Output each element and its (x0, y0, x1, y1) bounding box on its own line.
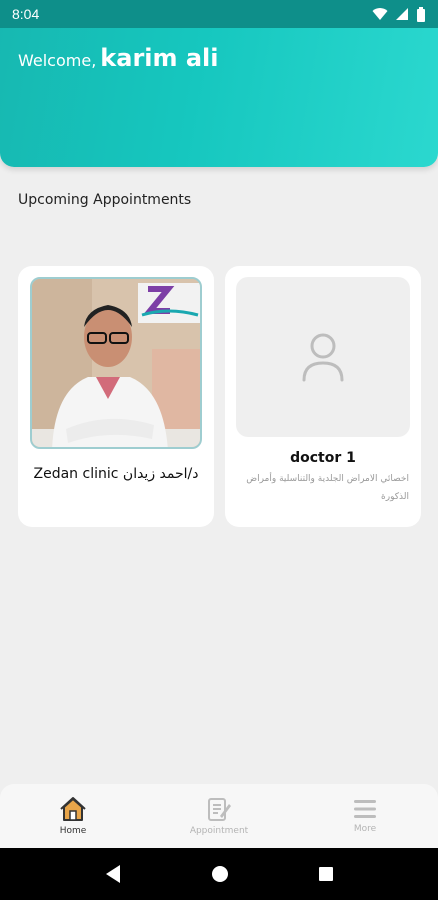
welcome-text: Welcome, karim ali (18, 44, 219, 72)
status-bar: 8:04 (0, 0, 438, 28)
nav-home[interactable]: Home (13, 796, 133, 836)
nav-home-label: Home (59, 826, 87, 836)
menu-icon (354, 800, 376, 818)
doctor-card[interactable]: doctor 1 اخصائي الامراض الجلدية والتناسل… (225, 266, 421, 527)
upcoming-appointments-title: Upcoming Appointments (18, 192, 192, 208)
nav-more[interactable]: More (305, 798, 425, 834)
doctor-specialty: اخصائي الامراض الجلدية والتناسلية وأمراض… (246, 474, 409, 502)
status-icons (372, 6, 426, 22)
status-time: 8:04 (12, 6, 40, 22)
home-icon (60, 797, 86, 821)
signal-icon (396, 8, 408, 20)
doctor-card[interactable]: Zedan clinic د/احمد زيدان (18, 266, 214, 527)
battery-icon (417, 6, 425, 22)
user-name: karim ali (100, 44, 219, 72)
nav-appointment-label: Appointment (189, 826, 249, 836)
nav-appointment[interactable]: Appointment (159, 796, 279, 836)
welcome-label: Welcome, (18, 51, 97, 70)
doctor-name: Zedan clinic د/احمد زيدان (33, 466, 199, 482)
bottom-nav: Home Appointment More (0, 784, 438, 848)
header: 8:04 Welcome, karim ali (0, 0, 438, 167)
system-nav-bar (0, 848, 438, 900)
doctor-name: doctor 1 (290, 450, 356, 466)
recents-icon[interactable] (318, 866, 334, 882)
back-icon[interactable] (104, 864, 122, 884)
doctor-photo (30, 277, 202, 449)
appointment-icon (208, 798, 231, 821)
user-placeholder-icon (236, 277, 410, 437)
nav-more-label: More (353, 824, 377, 834)
home-button-icon[interactable] (211, 865, 229, 883)
wifi-icon (372, 8, 388, 20)
